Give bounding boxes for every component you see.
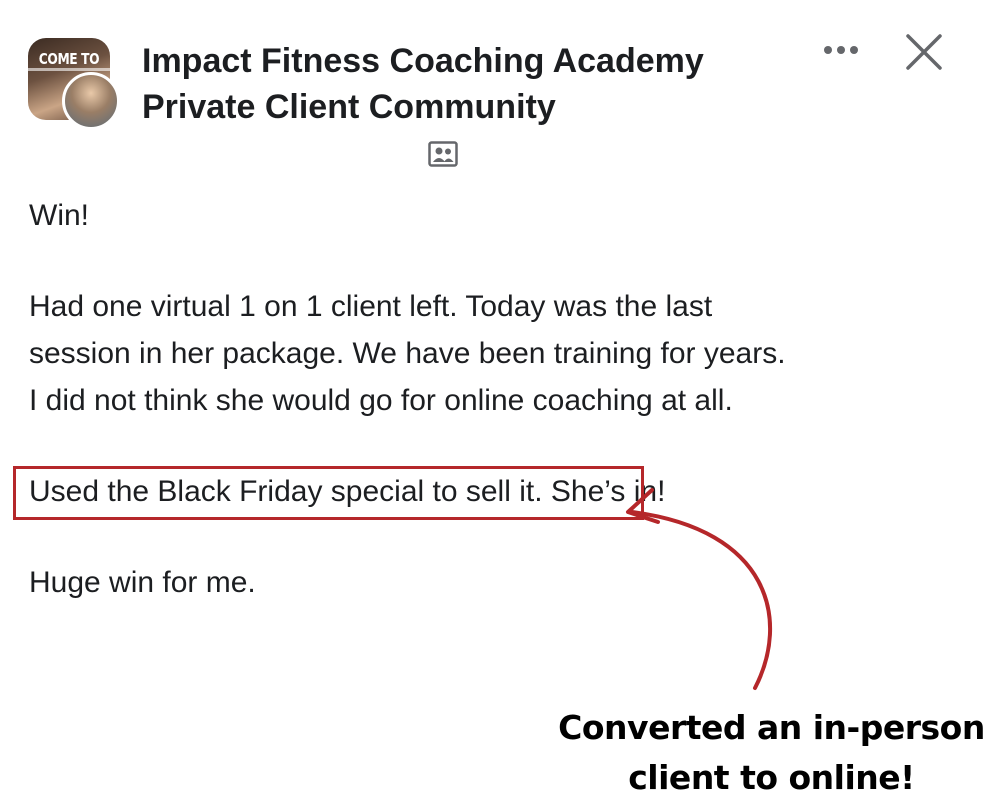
more-horizontal-icon [824,46,858,54]
annotation-caption: Converted an in-person client to online! [548,703,995,803]
post-line: I did not think she would go for online … [29,384,733,417]
group-title-line2[interactable]: Private Client Community [142,84,762,130]
annotation-caption-line2: client to online! [628,758,915,797]
group-avatar-subline [28,68,110,71]
group-members-icon [428,141,458,167]
post-line: Huge win for me. [29,566,256,599]
group-avatar-banner: COME TO [38,50,100,68]
annotation-arrow-icon [626,488,773,690]
post-body: Win! Had one virtual 1 on 1 client left.… [29,192,969,606]
post-line: session in her package. We have been tra… [29,337,786,370]
post-line: Win! [29,199,89,232]
highlight-box [13,466,644,520]
author-avatar[interactable] [62,72,120,130]
more-options-button[interactable] [815,30,867,70]
post-line: Had one virtual 1 on 1 client left. Toda… [29,290,713,323]
annotation-caption-line1: Converted an in-person [558,708,985,747]
close-button[interactable] [898,26,950,78]
group-avatar-stack[interactable]: COME TO [28,38,124,130]
group-title-line1[interactable]: Impact Fitness Coaching Academy [142,38,762,84]
group-title[interactable]: Impact Fitness Coaching Academy Private … [142,38,762,130]
close-icon [906,34,942,70]
